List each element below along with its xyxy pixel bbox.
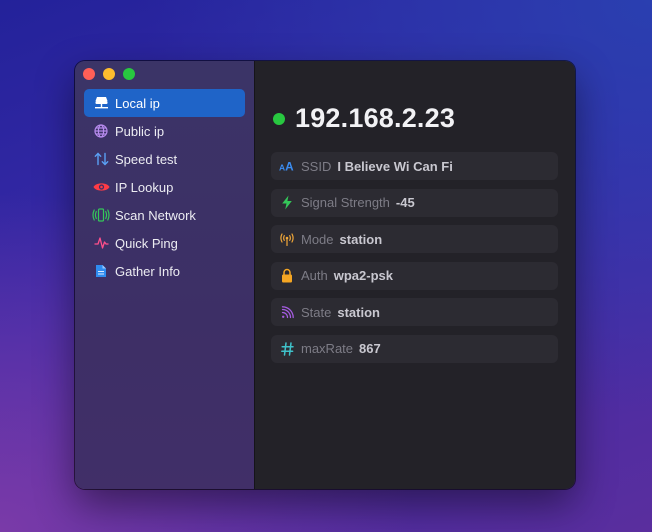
info-row-max-rate: maxRate 867 bbox=[271, 334, 558, 363]
sidebar-item-label: Public ip bbox=[115, 123, 165, 139]
hash-icon bbox=[279, 341, 295, 357]
sidebar: Local ip Public ip Speed test IP Lookup … bbox=[75, 61, 255, 489]
info-row-auth: Auth wpa2-psk bbox=[271, 261, 558, 290]
sidebar-item-label: IP Lookup bbox=[115, 179, 174, 195]
document-icon bbox=[92, 263, 110, 279]
info-key: SSID bbox=[301, 158, 332, 174]
bolt-icon bbox=[279, 195, 295, 211]
network-server-icon bbox=[92, 95, 110, 111]
signal-arcs-icon bbox=[279, 304, 295, 320]
info-value[interactable]: -45 bbox=[396, 195, 415, 210]
sidebar-item-label: Speed test bbox=[115, 151, 178, 167]
info-value[interactable]: station bbox=[340, 232, 383, 247]
sidebar-item-label: Local ip bbox=[115, 95, 160, 111]
info-key: Mode bbox=[301, 231, 334, 247]
info-value[interactable]: station bbox=[337, 305, 380, 320]
sidebar-item-label: Quick Ping bbox=[115, 235, 178, 251]
eye-icon bbox=[92, 179, 110, 195]
antenna-icon bbox=[279, 231, 295, 247]
local-ip-header: 192.168.2.23 bbox=[273, 103, 455, 134]
sidebar-item-public-ip[interactable]: Public ip bbox=[84, 117, 245, 145]
info-value[interactable]: I Believe Wi Can Fi bbox=[337, 159, 452, 174]
info-row-signal-strength: Signal Strength -45 bbox=[271, 188, 558, 217]
app-window: Local ip Public ip Speed test IP Lookup … bbox=[75, 61, 575, 489]
info-value[interactable]: wpa2-psk bbox=[334, 268, 393, 283]
info-key: Signal Strength bbox=[301, 195, 390, 211]
info-row-ssid: A A SSID I Believe Wi Can Fi bbox=[271, 152, 558, 180]
info-row-state: State station bbox=[271, 298, 558, 327]
sidebar-item-scan-network[interactable]: Scan Network bbox=[84, 201, 245, 229]
network-info-list: A A SSID I Believe Wi Can Fi Signal Stre… bbox=[271, 152, 558, 372]
sidebar-item-local-ip[interactable]: Local ip bbox=[84, 89, 245, 117]
sidebar-item-speed-test[interactable]: Speed test bbox=[84, 145, 245, 173]
lock-icon bbox=[279, 268, 295, 284]
info-key: maxRate bbox=[301, 341, 354, 357]
info-value[interactable]: 867 bbox=[359, 341, 381, 356]
minimize-window-button[interactable] bbox=[103, 68, 115, 80]
sidebar-item-gather-info[interactable]: Gather Info bbox=[84, 257, 245, 285]
up-down-arrows-icon bbox=[92, 151, 110, 167]
svg-text:A: A bbox=[285, 161, 294, 172]
sidebar-item-ip-lookup[interactable]: IP Lookup bbox=[84, 173, 245, 201]
zoom-window-button[interactable] bbox=[123, 68, 135, 80]
window-controls bbox=[83, 68, 135, 80]
info-row-mode: Mode station bbox=[271, 225, 558, 254]
close-window-button[interactable] bbox=[83, 68, 95, 80]
sidebar-item-label: Scan Network bbox=[115, 207, 196, 223]
globe-icon bbox=[92, 123, 110, 139]
text-size-icon: A A bbox=[279, 158, 295, 174]
info-key: State bbox=[301, 304, 332, 320]
main-panel: 192.168.2.23 A A SSID I Believe Wi Can F… bbox=[255, 61, 575, 489]
sidebar-nav: Local ip Public ip Speed test IP Lookup … bbox=[84, 89, 245, 285]
online-status-indicator bbox=[273, 112, 285, 125]
waveform-icon bbox=[92, 235, 110, 251]
info-key: Auth bbox=[301, 268, 328, 284]
local-ip-address[interactable]: 192.168.2.23 bbox=[295, 103, 455, 134]
phone-radiowaves-icon bbox=[92, 207, 110, 223]
sidebar-item-quick-ping[interactable]: Quick Ping bbox=[84, 229, 245, 257]
sidebar-item-label: Gather Info bbox=[115, 263, 181, 279]
